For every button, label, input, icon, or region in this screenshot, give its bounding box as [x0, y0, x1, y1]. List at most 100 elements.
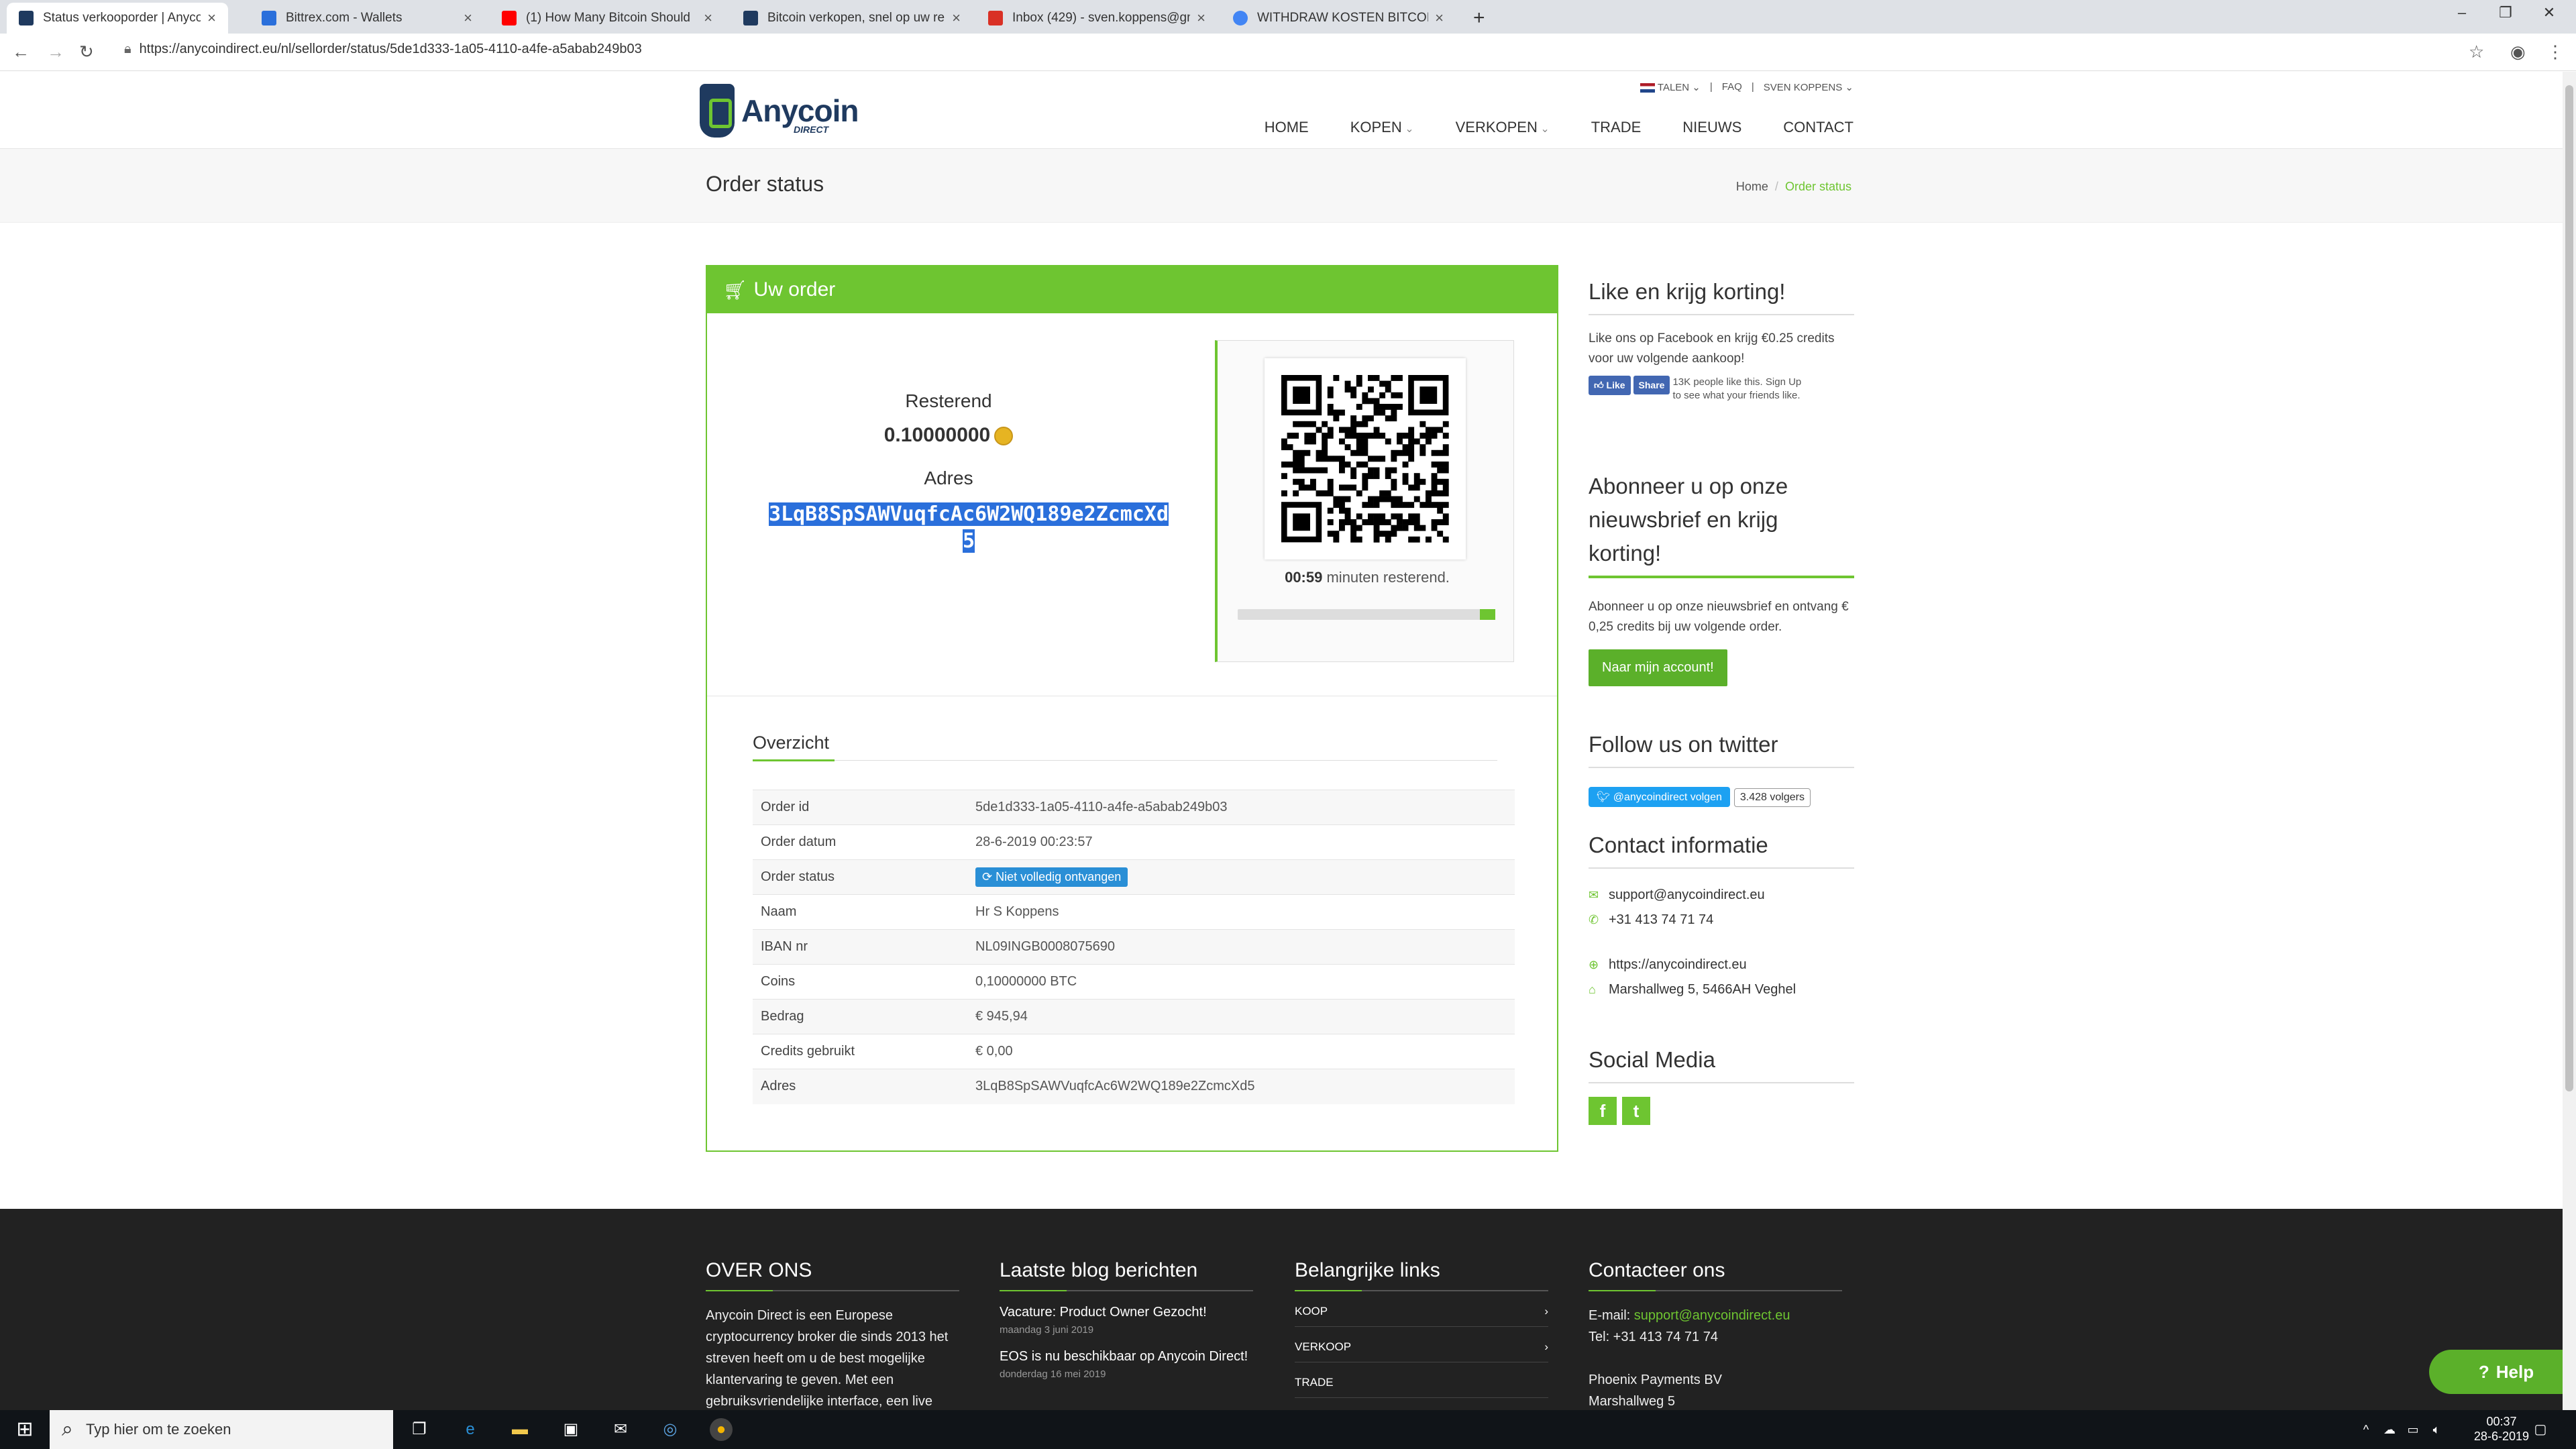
taskbar-clock[interactable]: 00:37 28-6-2019 — [2474, 1414, 2529, 1444]
bookmark-star-icon[interactable]: ☆ — [2469, 42, 2484, 62]
my-account-button[interactable]: Naar mijn account! — [1589, 649, 1727, 686]
contact-email[interactable]: ✉ support@anycoindirect.eu — [1589, 888, 1854, 903]
footer-link-verkoop[interactable]: VERKOOP › — [1295, 1327, 1548, 1362]
volume-icon[interactable]: 🔈︎ — [2425, 1418, 2448, 1441]
section-underline — [1589, 767, 1854, 768]
breadcrumb-home[interactable]: Home — [1736, 180, 1768, 193]
store-icon[interactable]: ▣ — [559, 1418, 582, 1441]
close-tab-icon[interactable]: × — [1197, 9, 1205, 27]
user-menu[interactable]: SVEN KOPPENS ⌄ — [1764, 81, 1854, 93]
close-window-icon[interactable]: ✕ — [2529, 4, 2569, 21]
footer-link-trade[interactable]: TRADE — [1295, 1362, 1548, 1398]
newsletter-button-wrap: Naar mijn account! — [1589, 649, 1854, 686]
restore-icon[interactable]: ❐ — [2485, 4, 2526, 21]
status-badge: ⟳ Niet volledig ontvangen — [975, 867, 1128, 887]
scrollbar-thumb[interactable] — [2565, 85, 2573, 1091]
cart-icon: 🛒︎ — [723, 279, 747, 301]
phone-icon: ✆ — [1589, 913, 1599, 926]
blog-post[interactable]: EOS is nu beschikbaar op Anycoin Direct!… — [1000, 1349, 1253, 1380]
main-nav: HOME KOPEN VERKOPEN TRADE NIEUWS CONTACT — [1265, 119, 1854, 136]
question-icon: ? — [2478, 1361, 2489, 1382]
twitter-follow-button[interactable]: 🐦︎ @anycoindirect volgen — [1589, 787, 1730, 807]
tab-bitcoin-verkopen[interactable]: Bitcoin verkopen, snel op uw rek × — [731, 3, 973, 34]
footer-email-link[interactable]: support@anycoindirect.eu — [1634, 1308, 1790, 1323]
file-explorer-icon[interactable]: ▬ — [508, 1418, 531, 1441]
footer-blog: Laatste blog berichten Vacature: Product… — [1000, 1259, 1253, 1380]
table-row: Credits gebruikt € 0,00 — [753, 1034, 1515, 1069]
tab-youtube[interactable]: (1) How Many Bitcoin Should × — [490, 3, 724, 34]
twitter-icon: 🐦︎ — [1597, 792, 1611, 803]
contact-address: ⌂ Marshallweg 5, 5466AH Veghel — [1589, 982, 1796, 997]
url-field[interactable]: 🔒︎ https://anycoindirect.eu/nl/sellorder/… — [124, 42, 642, 57]
close-tab-icon[interactable]: × — [1435, 9, 1444, 27]
home-icon: ⌂ — [1589, 983, 1596, 996]
nav-kopen[interactable]: KOPEN — [1350, 119, 1414, 136]
twitter-icon[interactable]: t — [1622, 1097, 1650, 1125]
tab-gmail[interactable]: Inbox (429) - sven.koppens@gm × — [976, 3, 1218, 34]
menu-icon[interactable]: ⋮ — [2546, 42, 2564, 62]
nav-home[interactable]: HOME — [1265, 119, 1309, 136]
overview-title: Overzicht — [753, 733, 830, 753]
onedrive-icon[interactable]: ☁ — [2378, 1418, 2401, 1441]
order-header: 🛒︎ Uw order — [707, 266, 1557, 313]
table-row: Adres 3LqB8SpSAWVuqfcAc6W2WQ189e2ZcmcXd5 — [753, 1069, 1515, 1104]
task-view-icon[interactable]: ❐ — [408, 1418, 431, 1441]
refresh-icon: ⟳ — [982, 870, 993, 883]
steam-icon[interactable]: ◎ — [659, 1418, 682, 1441]
edge-icon[interactable]: e — [459, 1418, 482, 1441]
tab-google-search[interactable]: WITHDRAW KOSTEN BITCOIN - G× — [1221, 3, 1456, 34]
nav-verkopen[interactable]: VERKOPEN — [1456, 119, 1550, 136]
separator: | — [1751, 81, 1754, 93]
chrome-icon[interactable]: ● — [710, 1418, 733, 1441]
close-tab-icon[interactable]: × — [704, 9, 712, 27]
deposit-address[interactable]: 3LqB8SpSAWVuqfcAc6W2WQ189e2ZcmcXd 5 — [754, 501, 1183, 555]
reload-icon[interactable]: ↻ — [79, 42, 94, 62]
footer-about: OVER ONS Anycoin Direct is een Europese … — [706, 1259, 959, 1434]
close-tab-icon[interactable]: × — [207, 9, 216, 27]
new-tab-button[interactable]: + — [1461, 3, 1501, 34]
faq-link[interactable]: FAQ — [1722, 81, 1742, 93]
forward-icon[interactable]: → — [47, 42, 64, 62]
close-tab-icon[interactable]: × — [952, 9, 961, 27]
separator: | — [1709, 81, 1713, 93]
language-selector[interactable]: TALEN ⌄ — [1640, 81, 1701, 93]
page-scrollbar[interactable] — [2563, 72, 2576, 1410]
table-row: Order id 5de1d333-1a05-4110-a4fe-a5abab24… — [753, 790, 1515, 825]
qr-code-image — [1281, 375, 1449, 543]
remaining-label: Resterend — [905, 390, 992, 411]
footer-link-koop[interactable]: KOOP › — [1295, 1291, 1548, 1327]
taskbar-search-input[interactable]: Typ hier om te zoeken — [50, 1410, 393, 1449]
mail-icon[interactable]: ✉ — [609, 1418, 632, 1441]
table-row: Coins 0,10000000 BTC — [753, 964, 1515, 1000]
nav-trade[interactable]: TRADE — [1591, 119, 1642, 136]
facebook-icon[interactable]: f — [1589, 1097, 1617, 1125]
social-title: Social Media — [1589, 1047, 1715, 1072]
profile-icon[interactable]: ◉ — [2510, 42, 2526, 62]
footer-about-title: OVER ONS — [706, 1259, 812, 1281]
tray-chevron-icon[interactable]: ^ — [2355, 1418, 2377, 1441]
nav-nieuws[interactable]: NIEUWS — [1682, 119, 1741, 136]
envelope-icon: ✉ — [1589, 888, 1599, 902]
facebook-share-button[interactable]: Share — [1633, 376, 1670, 394]
anycoin-logo[interactable]: Anycoin DIRECT — [700, 84, 859, 138]
minimize-icon[interactable]: – — [2442, 4, 2482, 21]
contact-website[interactable]: ⊕ https://anycoindirect.eu — [1589, 957, 1854, 973]
tab-bittrex[interactable]: Bittrex.com - Wallets × — [250, 3, 484, 34]
footer-links-title: Belangrijke links — [1295, 1259, 1440, 1281]
nav-contact[interactable]: CONTACT — [1783, 119, 1854, 136]
dutch-flag-icon — [1640, 83, 1655, 93]
address-label: Adres — [924, 468, 973, 488]
close-tab-icon[interactable]: × — [464, 9, 472, 27]
back-icon[interactable]: ← — [12, 42, 30, 62]
network-icon[interactable]: ▭ — [2402, 1418, 2424, 1441]
breadcrumb: Home / Order status — [1736, 180, 1851, 194]
breadcrumb-separator: / — [1774, 180, 1778, 193]
blog-post[interactable]: Vacature: Product Owner Gezocht! maandag … — [1000, 1305, 1253, 1336]
chevron-right-icon: › — [1544, 1340, 1548, 1353]
help-button[interactable]: ? Help — [2429, 1350, 2576, 1394]
facebook-like-count: 13K people like this. Sign Up to see wha… — [1672, 376, 1802, 401]
notifications-icon[interactable]: ▢ — [2529, 1418, 2552, 1441]
tab-anycoin-status[interactable]: Status verkooporder | Anycoin Di× — [7, 3, 228, 34]
facebook-like-button[interactable]: 👍︎ Like — [1589, 376, 1631, 395]
windows-start-icon[interactable]: ⊞ — [13, 1418, 36, 1441]
